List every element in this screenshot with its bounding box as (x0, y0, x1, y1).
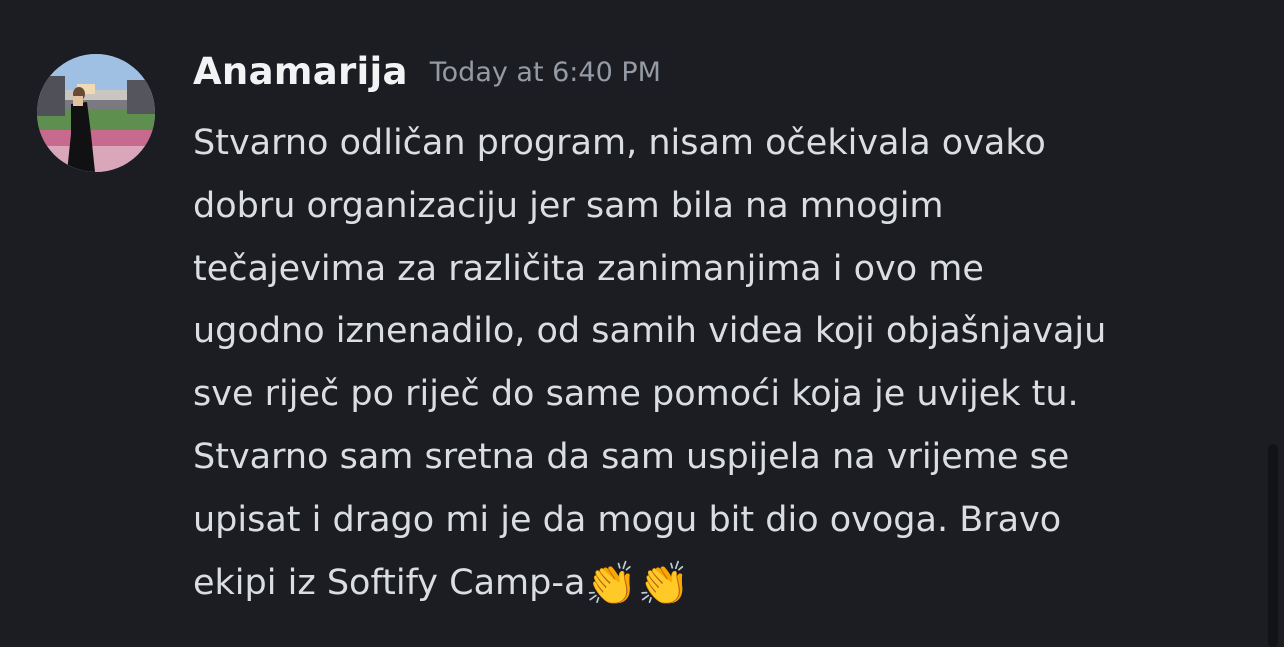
message-header: Anamarija Today at 6:40 PM (193, 50, 661, 93)
clapping-hands-emoji: 👏👏 (585, 558, 691, 608)
message-line: tečajevima za različita zanimanjima i ov… (193, 248, 984, 289)
message-line-last: ekipi iz Softify Camp-a👏👏 (193, 552, 1253, 615)
message-content: Stvarno odličan program, nisam očekivala… (193, 112, 1253, 614)
avatar[interactable] (37, 54, 155, 172)
chat-message: Anamarija Today at 6:40 PM Stvarno odliča… (0, 0, 1284, 647)
message-timestamp: Today at 6:40 PM (429, 57, 661, 88)
author-name[interactable]: Anamarija (193, 50, 408, 93)
message-line: Stvarno sam sretna da sam uspijela na vr… (193, 436, 1070, 477)
message-line: upisat i drago mi je da mogu bit dio ovo… (193, 499, 1062, 540)
scrollbar[interactable] (1268, 444, 1278, 647)
message-line: Stvarno odličan program, nisam očekivala… (193, 123, 1046, 163)
avatar-photo (37, 54, 155, 172)
message-line-text: ekipi iz Softify Camp-a (193, 562, 586, 603)
message-line: dobru organizaciju jer sam bila na mnogi… (193, 185, 944, 226)
message-line: sve riječ po riječ do same pomoći koja j… (193, 374, 1079, 415)
message-line: ugodno iznenadilo, od samih videa koji o… (193, 311, 1107, 352)
